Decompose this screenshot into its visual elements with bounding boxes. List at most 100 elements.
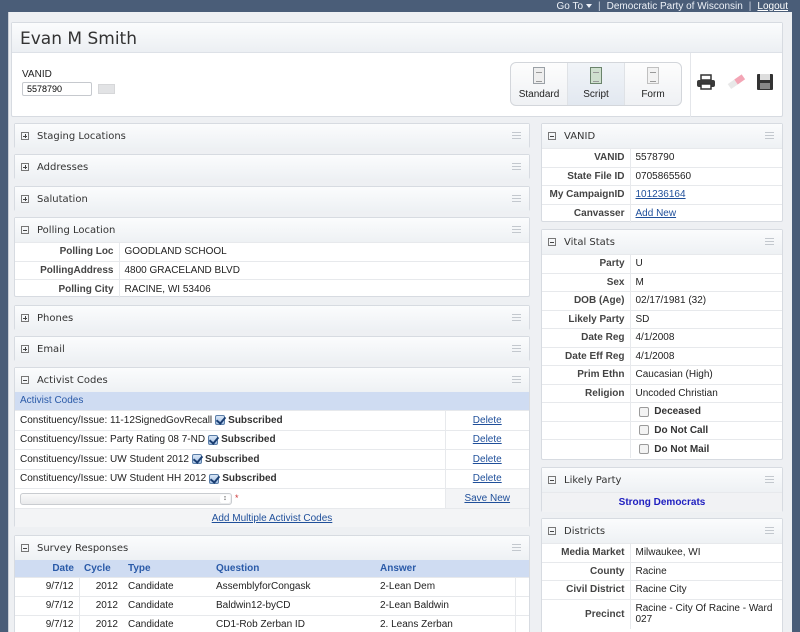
goto-label: Go To xyxy=(556,0,584,12)
delete-link[interactable]: Delete xyxy=(473,434,502,445)
collapse-icon[interactable] xyxy=(548,132,556,140)
action-cell: Delete xyxy=(444,410,529,430)
vanid-lookup: VANID xyxy=(22,69,115,96)
panel-title: VANID xyxy=(564,130,596,142)
vanid-header[interactable]: VANID xyxy=(542,124,782,148)
survey-responses-header[interactable]: Survey Responses xyxy=(15,536,529,560)
menu-icon[interactable] xyxy=(765,527,774,534)
field-label: Date Reg xyxy=(542,328,631,347)
column-header-question[interactable]: Question xyxy=(211,560,375,577)
expand-icon[interactable] xyxy=(21,163,29,171)
add-canvasser-link[interactable]: Add New xyxy=(636,208,677,219)
menu-icon[interactable] xyxy=(512,544,521,551)
collapse-icon[interactable] xyxy=(548,527,556,535)
print-icon[interactable] xyxy=(696,74,716,93)
column-header-spacer xyxy=(515,560,529,577)
menu-icon[interactable] xyxy=(512,314,521,321)
expand-icon[interactable] xyxy=(21,314,29,322)
save-new-link[interactable]: Save New xyxy=(464,493,510,504)
standard-view-button[interactable]: Standard xyxy=(511,63,568,105)
document-icon xyxy=(533,67,545,84)
question-cell: Baldwin12-byCD xyxy=(211,595,375,615)
polling-location-panel: Polling Location Polling Loc GOODLAND SCH… xyxy=(14,217,530,298)
save-icon[interactable] xyxy=(756,73,774,94)
field-value: U xyxy=(630,254,782,273)
menu-icon[interactable] xyxy=(512,345,521,352)
vanid-table: VANID 5578790 State File ID 0705865560 My … xyxy=(542,148,782,223)
logout-link[interactable]: Logout xyxy=(757,1,788,12)
field-value: 5578790 xyxy=(630,148,782,167)
staging-locations-header[interactable]: Staging Locations xyxy=(15,124,529,148)
delete-link[interactable]: Delete xyxy=(473,473,502,484)
email-header[interactable]: Email xyxy=(15,337,529,361)
go-button[interactable] xyxy=(97,84,115,95)
subscribed-checkbox[interactable] xyxy=(191,454,202,465)
vital-stats-table: Party U Sex M DOB (Age) 02/17/1981 (32) Lik… xyxy=(542,254,782,458)
survey-responses-panel: Survey Responses Date Cycle Type Questio… xyxy=(14,535,530,632)
collapse-icon[interactable] xyxy=(21,226,29,234)
menu-icon[interactable] xyxy=(512,132,521,139)
field-value: Caucasian (High) xyxy=(630,365,782,384)
collapse-icon[interactable] xyxy=(548,238,556,246)
contact-header: Evan M Smith VANID Standard Script Form xyxy=(11,22,783,117)
goto-menu[interactable]: Go To xyxy=(557,1,593,12)
deceased-checkbox[interactable] xyxy=(638,406,649,417)
subscribed-checkbox[interactable] xyxy=(209,473,220,484)
do-not-call-checkbox[interactable] xyxy=(638,425,649,436)
collapse-icon[interactable] xyxy=(21,376,29,384)
menu-icon[interactable] xyxy=(512,376,521,383)
column-header-type[interactable]: Type xyxy=(123,560,211,577)
campaign-id-link[interactable]: 101236164 xyxy=(636,189,686,200)
activist-code-cell: Constituency/Issue: Party Rating 08 7-ND… xyxy=(15,429,445,450)
collapse-icon[interactable] xyxy=(21,544,29,552)
eraser-icon[interactable] xyxy=(725,74,747,93)
table-row: Date Eff Reg 4/1/2008 xyxy=(542,346,782,366)
form-view-button[interactable]: Form xyxy=(625,63,681,105)
polling-location-header[interactable]: Polling Location xyxy=(15,218,529,242)
salutation-header[interactable]: Salutation xyxy=(15,187,529,211)
menu-icon[interactable] xyxy=(512,163,521,170)
subscribed-checkbox[interactable] xyxy=(208,434,219,445)
column-header-answer[interactable]: Answer xyxy=(375,560,515,577)
field-value: Racine xyxy=(630,561,782,581)
table-row: PollingAddress 4800 GRACELAND BLVD xyxy=(15,260,529,280)
vanid-input[interactable] xyxy=(22,82,92,96)
panel-title: Likely Party xyxy=(564,474,622,486)
column-header-cycle[interactable]: Cycle xyxy=(79,560,123,577)
menu-icon[interactable] xyxy=(765,238,774,245)
expand-icon[interactable] xyxy=(21,195,29,203)
expand-icon[interactable] xyxy=(21,132,29,140)
field-value: M xyxy=(630,272,782,292)
menu-icon[interactable] xyxy=(512,195,521,202)
likely-party-header[interactable]: Likely Party xyxy=(542,468,782,492)
form-label: Form xyxy=(641,89,665,100)
table-row: Precinct Racine - City Of Racine - Ward 0… xyxy=(542,598,782,629)
field-label: VANID xyxy=(542,148,631,167)
script-view-button[interactable]: Script xyxy=(568,63,625,105)
add-multiple-activist-codes-link[interactable]: Add Multiple Activist Codes xyxy=(212,513,333,524)
menu-icon[interactable] xyxy=(512,226,521,233)
expand-icon[interactable] xyxy=(21,345,29,353)
collapse-icon[interactable] xyxy=(548,476,556,484)
activist-code-select[interactable]: ↕ xyxy=(20,492,232,505)
delete-link[interactable]: Delete xyxy=(473,415,502,426)
vital-stats-header[interactable]: Vital Stats xyxy=(542,230,782,254)
do-not-mail-checkbox[interactable] xyxy=(638,443,649,454)
field-value: 4/1/2008 xyxy=(630,328,782,347)
menu-icon[interactable] xyxy=(765,476,774,483)
column-header-date[interactable]: Date xyxy=(15,560,79,577)
districts-header[interactable]: Districts xyxy=(542,519,782,543)
subscribed-checkbox[interactable] xyxy=(215,415,226,426)
table-row: Polling Loc GOODLAND SCHOOL xyxy=(15,242,529,261)
field-value: 02/17/1981 (32) xyxy=(630,291,782,310)
delete-link[interactable]: Delete xyxy=(473,454,502,465)
activist-codes-header[interactable]: Activist Codes xyxy=(15,368,529,392)
phones-header[interactable]: Phones xyxy=(15,306,529,330)
panel-title: Addresses xyxy=(37,161,89,173)
table-row: Polling City RACINE, WI 53406 xyxy=(15,279,529,298)
table-row: 9/7/12 2012 Candidate CD1-Rob Zerban ID … xyxy=(15,614,529,632)
menu-icon[interactable] xyxy=(765,132,774,139)
activist-code-cell: Constituency/Issue: UW Student 2012 Subsc… xyxy=(15,449,445,469)
action-cell: Delete xyxy=(444,429,529,450)
addresses-header[interactable]: Addresses xyxy=(15,155,529,179)
